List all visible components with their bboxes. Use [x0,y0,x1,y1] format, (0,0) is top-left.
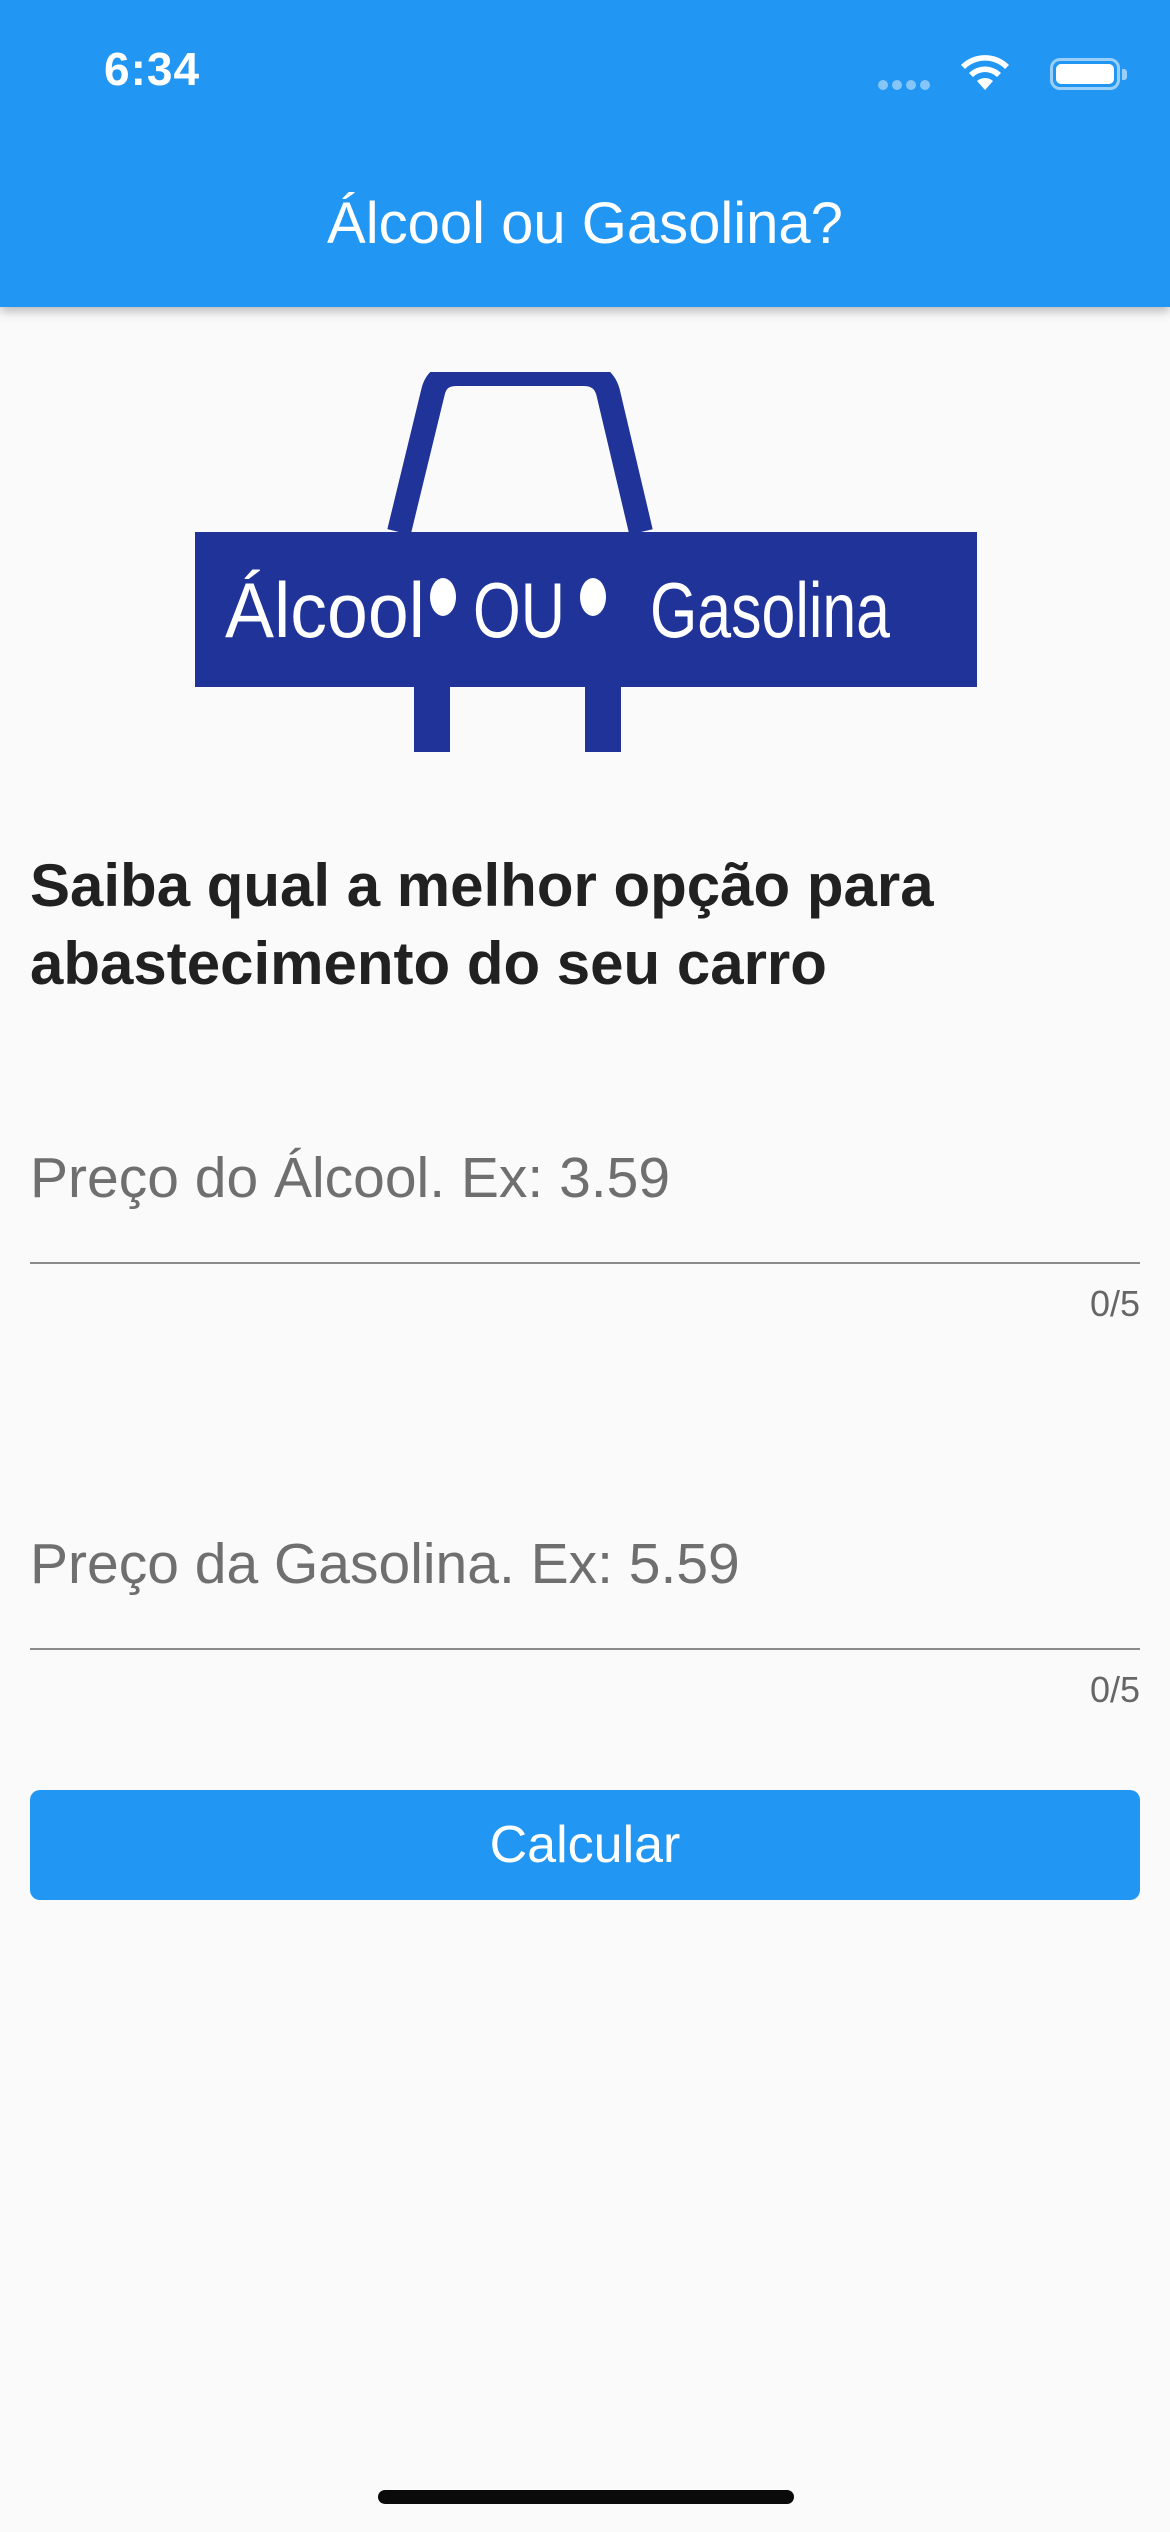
logo-text-right: Gasolina [650,566,890,654]
logo-text-mid: OU [473,566,565,654]
calculate-button[interactable]: Calcular [30,1790,1140,1900]
headline: Saiba qual a melhor opção para abastecim… [30,852,934,997]
logo-text-left: Álcool [225,566,425,654]
alcohol-price-field: 0/5 [30,1093,1140,1324]
status-time: 6:34 [104,43,201,95]
wifi-icon [961,55,1009,90]
signal-icon [878,80,932,92]
home-indicator[interactable] [378,2490,794,2504]
battery-icon [1050,58,1127,90]
app-bar: 6:34 Álcool ou Gasolina? [0,0,1170,307]
alcohol-price-input[interactable] [30,1093,1140,1264]
gasoline-price-field: 0/5 [30,1479,1140,1710]
status-icons [860,52,1127,100]
alcohol-char-counter: 0/5 [1089,1283,1140,1324]
gasoline-char-counter: 0/5 [1089,1669,1140,1710]
app-logo: Álcool OU Gasolina [195,372,977,752]
app-title: Álcool ou Gasolina? [327,191,843,256]
gasoline-price-input[interactable] [30,1479,1140,1650]
